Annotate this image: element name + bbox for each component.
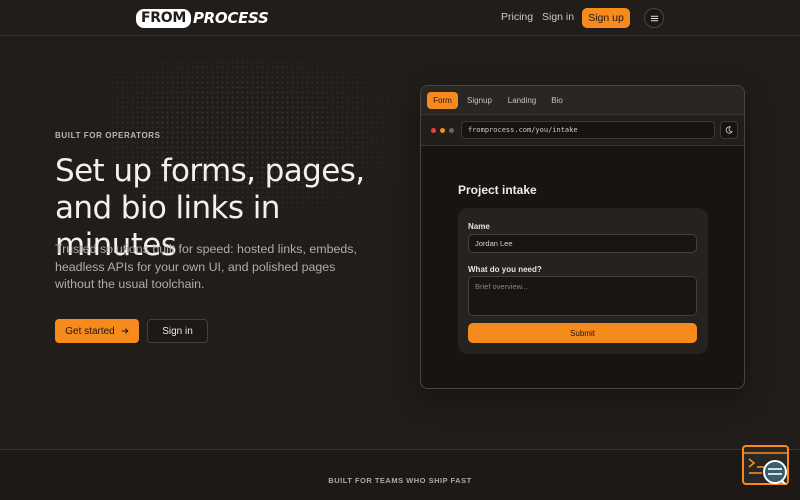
arrow-right-icon — [121, 328, 129, 334]
terminal-chat-icon — [742, 445, 789, 485]
hamburger-icon — [650, 15, 658, 21]
window-minimize-dot — [440, 128, 445, 133]
hero-description: Trusted solutions built for speed: hoste… — [55, 242, 357, 291]
theme-toggle-button[interactable] — [720, 121, 738, 139]
preview-url-bar: fromprocess.com/you/intake — [421, 115, 744, 146]
logo-from: FROM — [136, 8, 191, 28]
support-widget-button[interactable] — [742, 445, 790, 487]
hero-sign-in-button[interactable]: Sign in — [147, 319, 208, 343]
intake-form: Name Jordan Lee What do you need? Brief … — [458, 208, 708, 354]
site-header: FROM PROCESS Pricing Sign in Sign up — [0, 0, 800, 36]
window-maximize-dot — [449, 128, 454, 133]
url-field[interactable]: fromprocess.com/you/intake — [461, 121, 715, 139]
form-title: Project intake — [458, 183, 537, 197]
get-started-label: Get started — [65, 325, 115, 337]
moon-icon — [725, 126, 733, 134]
menu-button[interactable] — [644, 8, 664, 28]
brand-logo[interactable]: FROM PROCESS — [136, 8, 269, 28]
logo-process: PROCESS — [192, 9, 269, 27]
logos-strip-label: BUILT FOR TEAMS WHO SHIP FAST — [328, 476, 472, 485]
hero-eyebrow: BUILT FOR OPERATORS — [55, 131, 161, 140]
name-label: Name — [468, 222, 490, 231]
tab-landing[interactable]: Landing — [504, 92, 540, 109]
tab-bio[interactable]: Bio — [547, 92, 567, 109]
logos-strip — [0, 450, 800, 500]
submit-button[interactable]: Submit — [468, 323, 697, 343]
get-started-button[interactable]: Get started — [55, 319, 139, 343]
name-input[interactable]: Jordan Lee — [468, 234, 697, 253]
nav-pricing-link[interactable]: Pricing — [501, 11, 533, 23]
tab-signup[interactable]: Signup — [463, 92, 496, 109]
nav-sign-in-link[interactable]: Sign in — [542, 11, 574, 23]
preview-tab-bar: Form Signup Landing Bio — [421, 86, 744, 115]
window-close-dot — [431, 128, 436, 133]
product-preview-window: Form Signup Landing Bio fromprocess.com/… — [420, 85, 745, 389]
need-label: What do you need? — [468, 265, 542, 274]
sign-up-button[interactable]: Sign up — [582, 8, 630, 28]
need-textarea[interactable]: Brief overview... — [468, 276, 697, 316]
tab-form[interactable]: Form — [427, 92, 458, 109]
